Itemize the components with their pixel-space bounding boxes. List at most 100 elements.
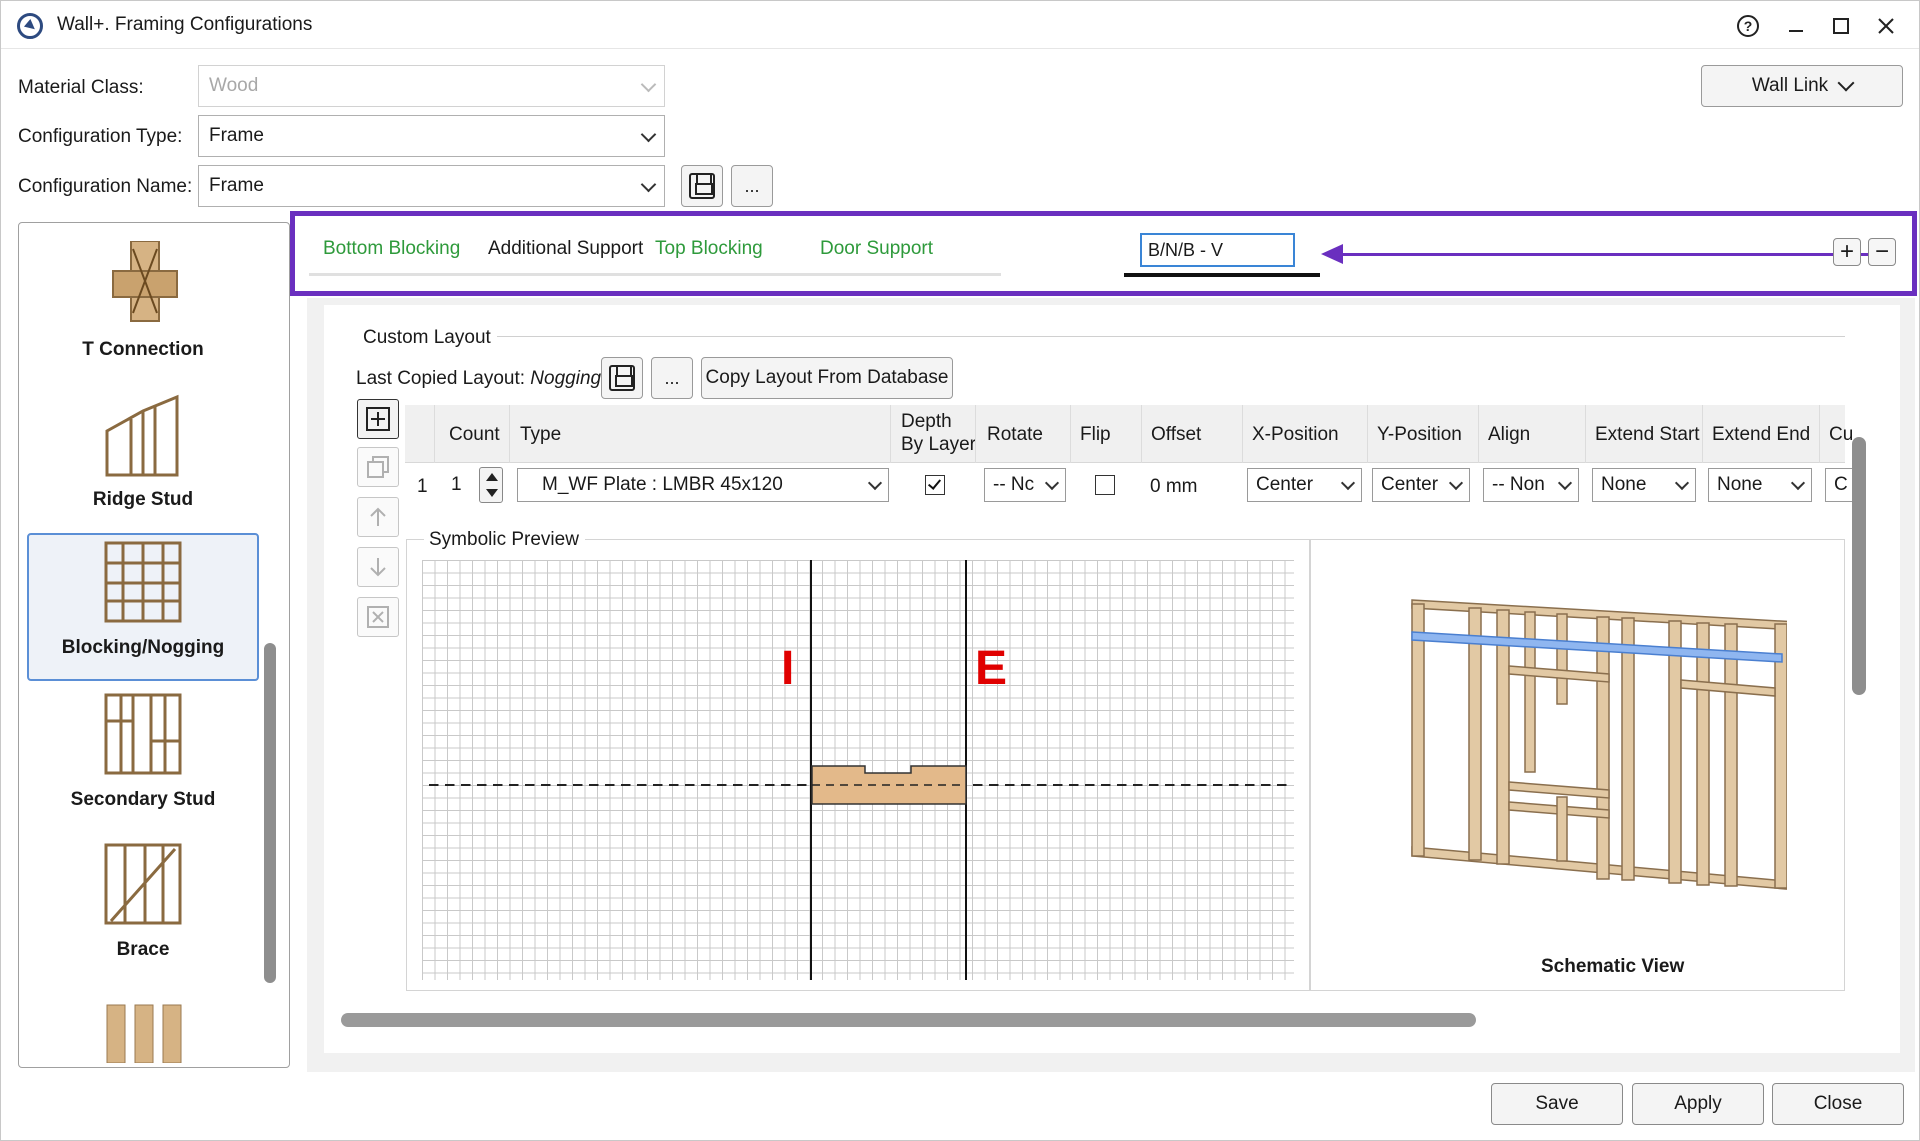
type-select[interactable]: M_WF Plate : LMBR 45x120 [517,468,889,502]
category-t-connection[interactable]: T Connection [27,233,259,381]
maximize-icon[interactable] [1826,11,1856,41]
depth-by-layer-checkbox[interactable] [925,475,945,495]
cut-select[interactable]: C [1825,468,1855,502]
configuration-more-button[interactable]: ... [731,165,773,207]
interior-label: I [781,642,795,695]
column-extend-start[interactable]: Extend Start [1595,423,1700,446]
column-count[interactable]: Count [449,423,500,446]
column-type[interactable]: Type [520,423,561,446]
t-connection-icon [112,241,178,322]
checkmark-icon [927,476,942,490]
custom-layout-title: Custom Layout [363,327,497,349]
add-row-button[interactable] [357,399,399,439]
category-brace[interactable]: Brace [27,833,259,981]
column-align[interactable]: Align [1488,423,1530,446]
last-copied-value: Nogging [530,368,602,389]
tab-divider [641,273,835,276]
align-select[interactable]: -- Non [1483,468,1579,502]
add-icon [366,407,390,431]
horizontal-scrollbar[interactable] [341,1013,1476,1027]
ridge-stud-icon [105,394,179,477]
help-icon[interactable]: ? [1733,11,1763,41]
extend-start-select[interactable]: None [1592,468,1696,502]
category-ridge-stud[interactable]: Ridge Stud [27,383,259,531]
align-value: -- Non [1492,474,1545,495]
tab-bottom-blocking[interactable]: Bottom Blocking [323,238,460,260]
copy-layout-from-database-button[interactable]: Copy Layout From Database [701,357,953,399]
chevron-down-icon [1340,475,1356,491]
remove-tab-button[interactable]: − [1868,238,1896,266]
tab-additional-support[interactable]: Additional Support [488,238,643,260]
stepper-down-icon[interactable] [486,489,498,497]
column-extend-end[interactable]: Extend End [1712,423,1810,446]
duplicate-row-button[interactable] [357,447,399,487]
move-row-up-button[interactable] [357,497,399,537]
move-row-down-button[interactable] [357,547,399,587]
configuration-type-label: Configuration Type: [18,126,183,147]
category-secondary-stud[interactable]: Secondary Stud [27,683,259,831]
tab-rename-input[interactable]: B/N/B - V [1140,233,1295,267]
configuration-type-select[interactable]: Frame [198,115,665,157]
column-rotate[interactable]: Rotate [987,423,1043,446]
wall-link-button[interactable]: Wall Link [1701,65,1903,107]
column-depth-by-layer[interactable]: Depth By Layer [901,410,976,456]
save-configuration-button[interactable] [681,165,723,207]
symbolic-preview-border [406,539,424,540]
brace-icon [104,843,182,925]
x-position-select[interactable]: Center [1247,468,1362,502]
type-value: M_WF Plate : LMBR 45x120 [542,474,783,495]
delete-row-button[interactable] [357,597,399,637]
exterior-label: E [975,642,1008,695]
apply-button[interactable]: Apply [1632,1083,1764,1125]
chevron-down-icon [867,475,883,491]
configuration-name-select[interactable]: Frame [198,165,665,207]
close-icon[interactable] [1871,11,1901,41]
column-cut[interactable]: Cu [1829,423,1853,446]
tab-top-blocking[interactable]: Top Blocking [655,238,763,260]
symbolic-preview-title: Symbolic Preview [429,529,579,550]
layout-more-button[interactable]: ... [651,357,693,399]
column-separator [1070,405,1071,463]
extend-end-select[interactable]: None [1708,468,1812,502]
column-flip[interactable]: Flip [1080,423,1111,446]
y-position-value: Center [1381,474,1439,495]
add-tab-button[interactable]: + [1833,238,1861,266]
chevron-down-icon [640,76,657,93]
rotate-select[interactable]: -- Nc [984,468,1066,502]
category-label: Secondary Stud [70,789,216,810]
offset-input[interactable]: 0 mm [1150,475,1198,498]
count-stepper[interactable] [479,467,503,503]
tab-door-support[interactable]: Door Support [820,238,933,260]
minimize-icon[interactable] [1781,11,1811,41]
column-separator [1242,405,1243,463]
save-icon [609,365,635,391]
column-separator [1478,405,1479,463]
category-blocking-nogging[interactable]: Blocking/Nogging [27,533,259,681]
tab-divider [475,273,669,276]
flip-checkbox[interactable] [1095,475,1115,495]
column-y-position[interactable]: Y-Position [1377,423,1462,446]
column-offset[interactable]: Offset [1151,423,1201,446]
custom-layout-divider [363,336,1845,337]
app-logo-icon [17,13,43,39]
chevron-down-icon [1837,74,1855,92]
column-x-position[interactable]: X-Position [1252,423,1339,446]
close-button[interactable]: Close [1772,1083,1904,1125]
count-value[interactable]: 1 [451,473,462,496]
delete-icon [367,606,389,628]
tab-divider [309,273,497,276]
chevron-down-icon [1557,475,1573,491]
schematic-view-frame [1310,539,1845,991]
save-layout-button[interactable] [601,357,643,399]
stepper-up-icon[interactable] [486,473,498,481]
vertical-scrollbar[interactable] [1852,437,1866,695]
x-position-value: Center [1256,474,1314,495]
title-bar: Wall+. Framing Configurations ? [1,1,1919,49]
category-list-scrollbar[interactable] [264,643,276,983]
column-separator [1585,405,1586,463]
save-button[interactable]: Save [1491,1083,1623,1125]
column-separator [1367,405,1368,463]
table-row[interactable]: 1 1 M_WF Plate : LMBR 45x120 -- Nc 0 mm … [405,463,1855,507]
y-position-select[interactable]: Center [1372,468,1470,502]
category-label: Ridge Stud [92,489,194,510]
